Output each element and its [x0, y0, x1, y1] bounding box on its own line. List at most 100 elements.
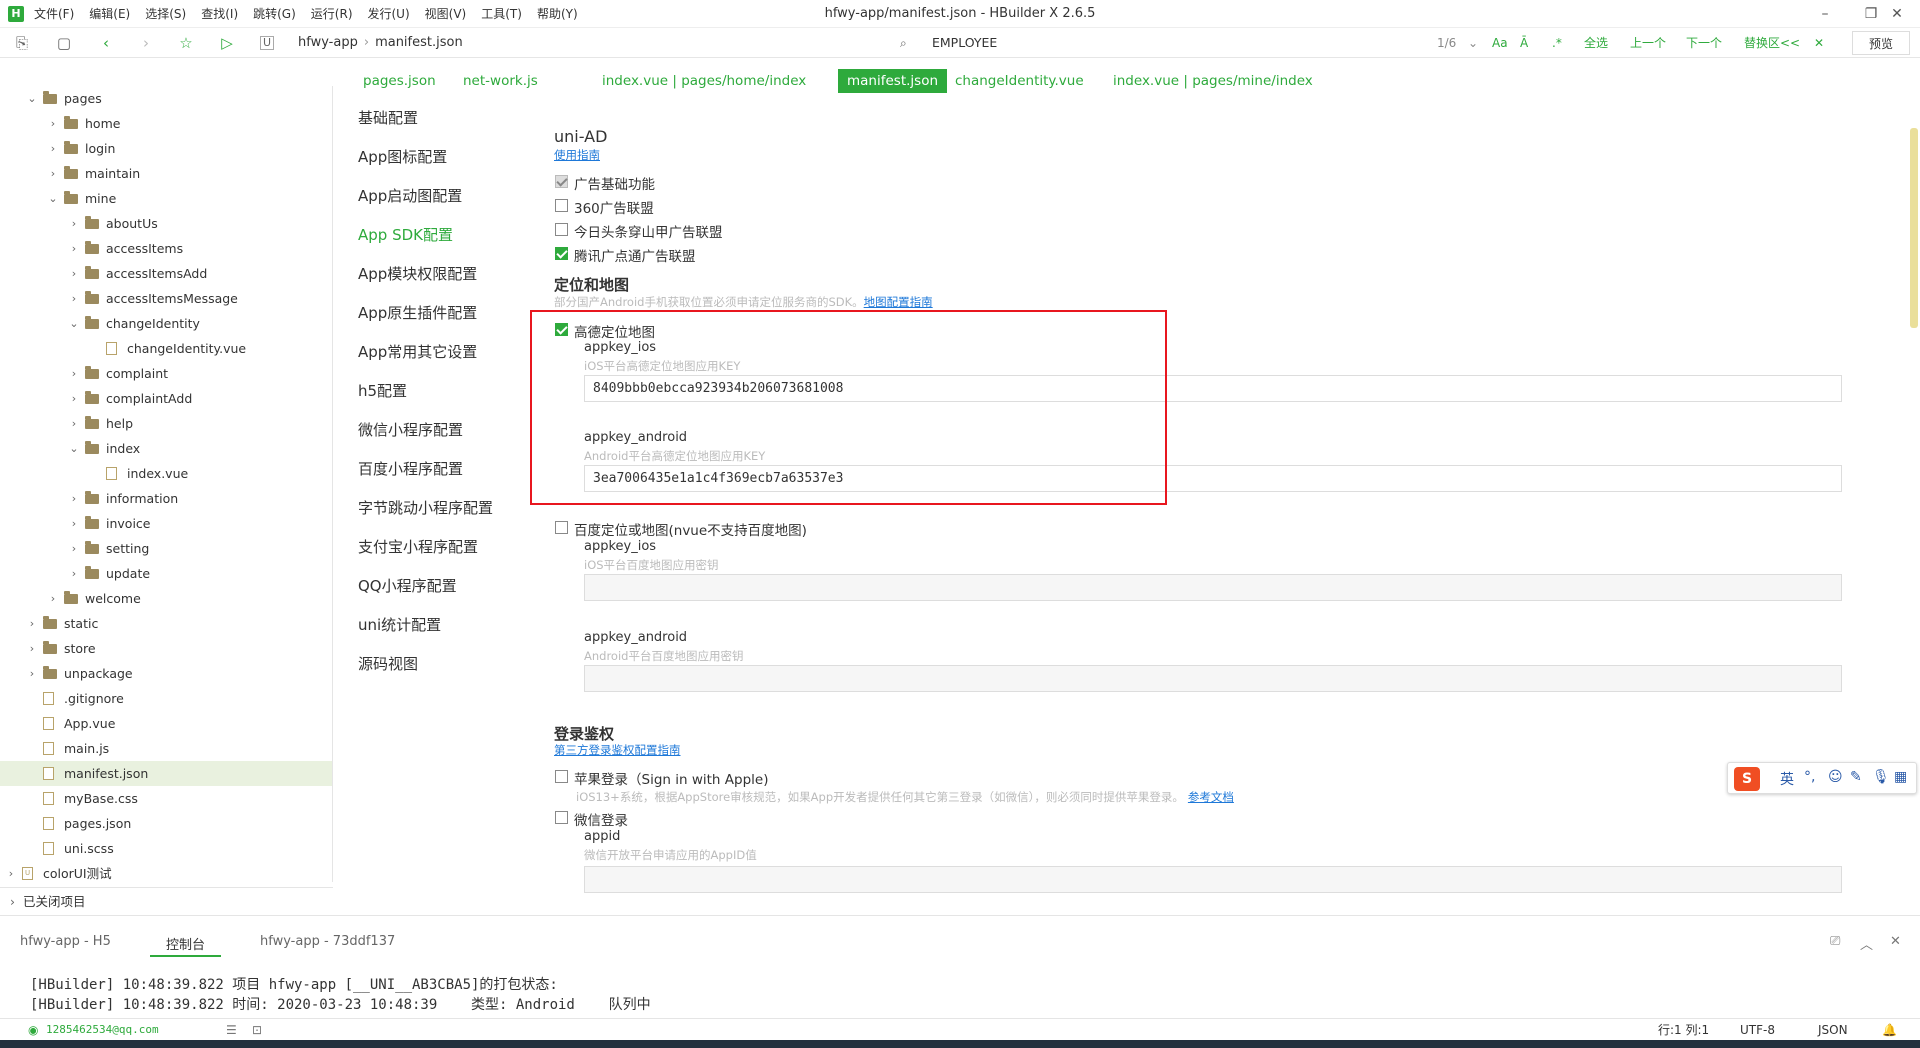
manifest-nav-item[interactable]: App原生插件配置: [358, 303, 477, 323]
chevron-down-icon[interactable]: ⌄: [26, 86, 38, 111]
new-file-icon[interactable]: ⎘: [12, 33, 32, 53]
tree-item[interactable]: .gitignore: [0, 686, 332, 711]
tree-item[interactable]: › aboutUs: [0, 211, 332, 236]
tree-item[interactable]: › accessItemsMessage: [0, 286, 332, 311]
file-encoding[interactable]: UTF-8: [1740, 1019, 1775, 1041]
tree-item[interactable]: › complaint: [0, 361, 332, 386]
chevron-right-icon[interactable]: ›: [68, 486, 80, 511]
forward-icon[interactable]: ›: [136, 33, 156, 53]
preview-button[interactable]: 预览: [1852, 31, 1910, 55]
skin-icon[interactable]: ✎: [1850, 769, 1862, 785]
tree-item[interactable]: › maintain: [0, 161, 332, 186]
find-close-button[interactable]: ✕: [1814, 31, 1824, 55]
chevron-right-icon[interactable]: ›: [47, 136, 59, 161]
closed-projects[interactable]: › 已关闭项目: [0, 887, 333, 915]
close-window-button[interactable]: ✕: [1874, 0, 1920, 28]
chevron-right-icon[interactable]: ›: [68, 361, 80, 386]
tree-item[interactable]: › home: [0, 111, 332, 136]
manifest-nav-item[interactable]: 基础配置: [358, 108, 418, 128]
manifest-nav-item[interactable]: App启动图配置: [358, 186, 462, 206]
chevron-right-icon[interactable]: ›: [5, 861, 17, 882]
tree-item[interactable]: › unpackage: [0, 661, 332, 686]
tree-item[interactable]: ⌄ changeIdentity: [0, 311, 332, 336]
tree-item[interactable]: changeIdentity.vue: [0, 336, 332, 361]
manifest-nav-item[interactable]: App常用其它设置: [358, 342, 477, 362]
tree-item[interactable]: › information: [0, 486, 332, 511]
uniad-option-checkbox[interactable]: [555, 223, 568, 236]
run-icon[interactable]: ▷: [217, 33, 237, 53]
chevron-right-icon[interactable]: ›: [68, 286, 80, 311]
menu-item[interactable]: 运行(R): [311, 0, 353, 28]
editor-tab[interactable]: manifest.json: [838, 69, 948, 93]
replace-toggle-button[interactable]: 替换区<<: [1744, 31, 1800, 55]
amap-android-key-field[interactable]: 3ea7006435e1a1c4f369ecb7a63537e3: [584, 465, 1842, 492]
menu-item[interactable]: 编辑(E): [89, 0, 130, 28]
menu-item[interactable]: 跳转(G): [253, 0, 296, 28]
bell-icon[interactable]: 🔔: [1882, 1019, 1897, 1041]
tree-item[interactable]: manifest.json: [0, 761, 332, 786]
tree-item[interactable]: › setting: [0, 536, 332, 561]
emoji-icon[interactable]: ☺: [1828, 769, 1843, 785]
editor-tab[interactable]: index.vue | pages/mine/index: [1104, 69, 1322, 93]
amap-ios-key-field[interactable]: 8409bbb0ebcca923934b206073681008: [584, 375, 1842, 402]
chevron-down-icon[interactable]: ⌄: [47, 186, 59, 211]
save-icon[interactable]: ▢: [54, 33, 74, 53]
console-tab-h5[interactable]: hfwy-app - H5: [20, 934, 111, 949]
editor-scrollbar[interactable]: [1910, 128, 1918, 328]
regex-button[interactable]: .*: [1552, 31, 1562, 55]
wechat-appid-field[interactable]: [584, 866, 1842, 893]
menu-item[interactable]: 工具(T): [481, 0, 522, 28]
editor-tab[interactable]: index.vue | pages/home/index: [593, 69, 815, 93]
console-tab-console[interactable]: 控制台: [150, 934, 222, 957]
ime-menu-icon[interactable]: ▦: [1894, 769, 1907, 785]
editor-tab[interactable]: net-work.js: [454, 69, 547, 93]
menu-item[interactable]: 发行(U): [368, 0, 410, 28]
chevron-right-icon[interactable]: ›: [68, 211, 80, 236]
tree-item[interactable]: › complaintAdd: [0, 386, 332, 411]
chevron-right-icon[interactable]: ›: [47, 111, 59, 136]
user-account[interactable]: 1285462534@qq.com: [46, 1019, 159, 1041]
editor-tab[interactable]: pages.json: [354, 69, 445, 93]
tree-item[interactable]: › help: [0, 411, 332, 436]
chevron-right-icon[interactable]: ›: [26, 636, 38, 661]
tree-item[interactable]: ⌄ pages: [0, 86, 332, 111]
tree-item[interactable]: › static: [0, 611, 332, 636]
tree-item[interactable]: › accessItemsAdd: [0, 261, 332, 286]
back-icon[interactable]: ‹: [96, 33, 116, 53]
list-icon[interactable]: ☰: [226, 1019, 237, 1041]
tree-item[interactable]: › UcolorUI测试: [0, 861, 332, 882]
apple-login-checkbox[interactable]: [555, 770, 568, 783]
chevron-right-icon[interactable]: ›: [47, 161, 59, 186]
tree-item[interactable]: ⌄ index: [0, 436, 332, 461]
chevron-right-icon[interactable]: ›: [68, 411, 80, 436]
console-clear-icon[interactable]: ⎚: [1830, 934, 1840, 949]
voice-icon[interactable]: 🎙: [1872, 769, 1890, 785]
chevron-right-icon[interactable]: ›: [47, 586, 59, 611]
console-tab-device[interactable]: hfwy-app - 73ddf137: [260, 934, 395, 949]
chevron-right-icon[interactable]: ›: [68, 261, 80, 286]
baidu-ios-key-field[interactable]: [584, 574, 1842, 601]
whole-word-button[interactable]: Ā: [1520, 31, 1528, 55]
menu-item[interactable]: 帮助(Y): [537, 0, 578, 28]
editor-tab[interactable]: changeIdentity.vue: [946, 69, 1093, 93]
chevron-right-icon[interactable]: ›: [68, 386, 80, 411]
manifest-nav-item[interactable]: 源码视图: [358, 654, 418, 674]
uniad-option-checkbox[interactable]: [555, 247, 568, 260]
manifest-nav-item[interactable]: App SDK配置: [358, 225, 453, 245]
manifest-nav-item[interactable]: App图标配置: [358, 147, 447, 167]
amap-checkbox[interactable]: [555, 323, 568, 336]
tree-item[interactable]: › invoice: [0, 511, 332, 536]
manifest-nav-item[interactable]: 微信小程序配置: [358, 420, 463, 440]
chevron-right-icon[interactable]: ›: [68, 511, 80, 536]
menu-item[interactable]: 文件(F): [34, 0, 74, 28]
manifest-nav-item[interactable]: h5配置: [358, 381, 407, 401]
manifest-nav-item[interactable]: App模块权限配置: [358, 264, 477, 284]
menu-item[interactable]: 选择(S): [145, 0, 186, 28]
tree-item[interactable]: myBase.css: [0, 786, 332, 811]
tree-item[interactable]: index.vue: [0, 461, 332, 486]
tree-item[interactable]: › accessItems: [0, 236, 332, 261]
star-icon[interactable]: ☆: [176, 33, 196, 53]
apple-doc-link[interactable]: 参考文档: [1188, 790, 1234, 804]
find-prev-button[interactable]: 上一个: [1630, 31, 1666, 55]
tree-item[interactable]: › login: [0, 136, 332, 161]
